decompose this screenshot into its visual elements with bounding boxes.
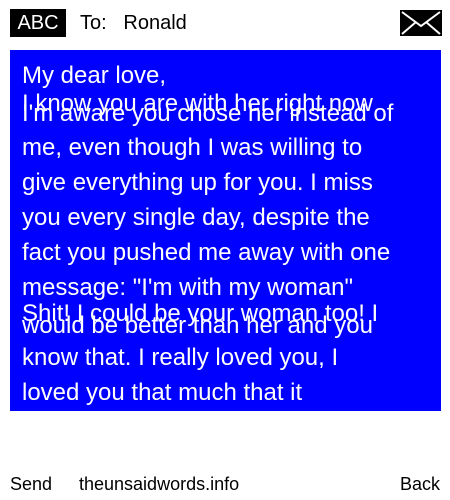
input-mode-badge: ABC [10, 9, 66, 37]
message-line: fact you pushed me away with one [22, 239, 391, 266]
message-line: I'm aware you chose her instead of [22, 100, 394, 127]
message-line: me, even though I was willing to [22, 134, 363, 161]
to-prefix: To: [80, 12, 107, 34]
message-line: message: "I'm with my woman" [22, 274, 354, 301]
message-line: loved you that much that it [22, 379, 303, 406]
recipient-name[interactable]: Ronald [123, 12, 186, 34]
message-line: know that. I really loved you, I [22, 344, 339, 371]
recipient-line: To: Ronald [80, 10, 187, 36]
header: ABC To: Ronald [0, 0, 450, 46]
message-line: give everything up for you. I miss [22, 169, 373, 196]
softkey-bar: Send theunsaidwords.info Back [0, 470, 450, 498]
message-line: My dear love, [22, 62, 167, 89]
message-line: would be better than her and you [22, 312, 373, 339]
send-button[interactable]: Send [10, 470, 52, 498]
message-body[interactable]: My dear love, I know you are with her ri… [10, 50, 441, 411]
site-label: theunsaidwords.info [79, 474, 240, 494]
back-button[interactable]: Back [400, 470, 440, 498]
envelope-icon [400, 10, 442, 36]
message-line: you every single day, despite the [22, 204, 370, 231]
